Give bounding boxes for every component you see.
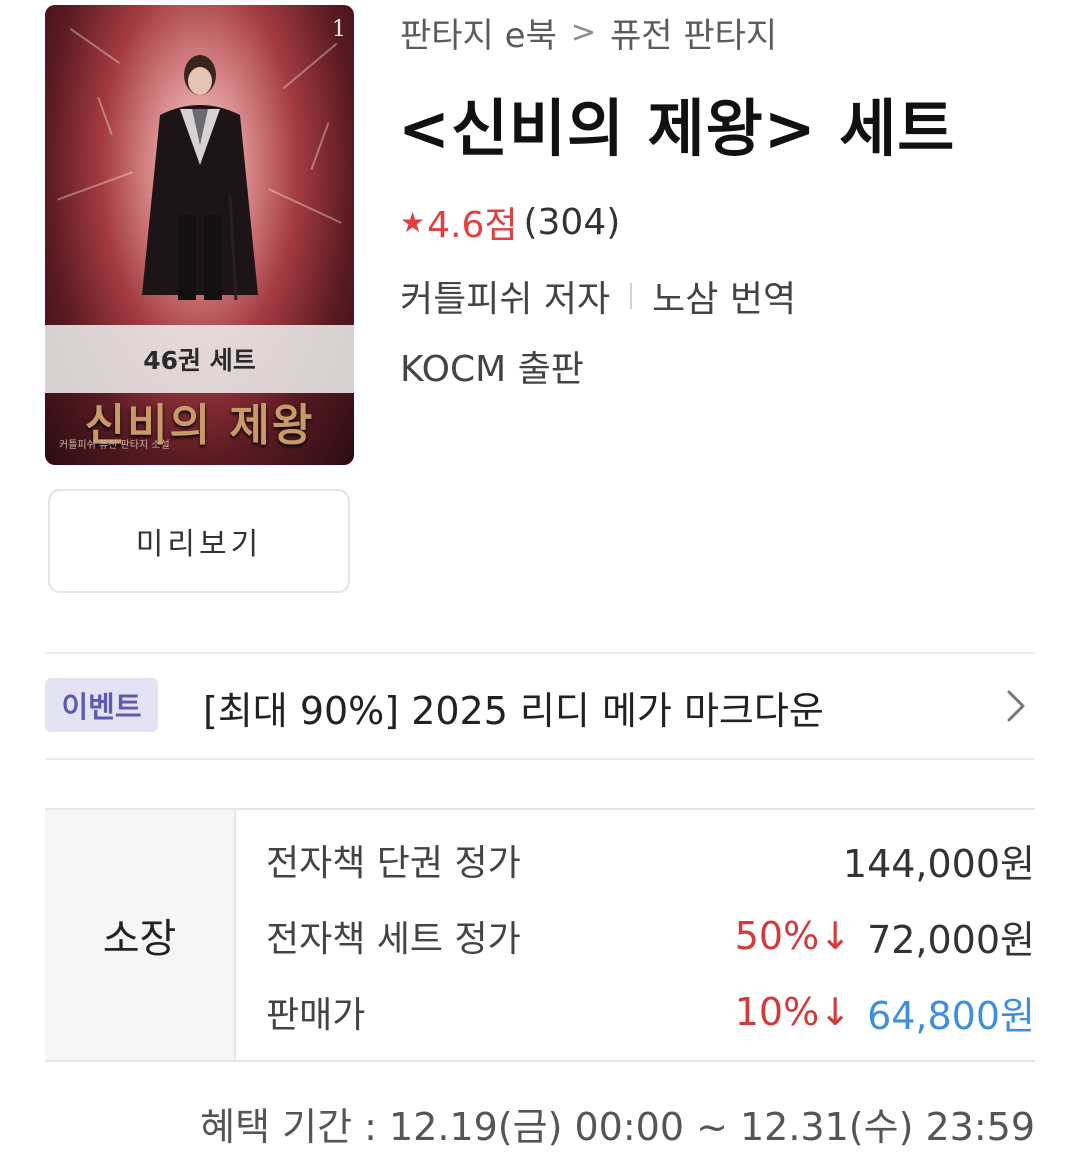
contributor-divider <box>630 283 633 309</box>
list-price: 144,000원 <box>842 841 1035 886</box>
set-badge-label: 46권 세트 <box>143 346 256 375</box>
rating-score: 4.6점 <box>427 205 518 246</box>
preview-button[interactable]: 미리보기 <box>48 489 350 593</box>
event-title: [최대 90%] 2025 리디 메가 마크다운 <box>203 689 824 733</box>
set-discount-rate: 50%↓ <box>734 914 852 958</box>
star-icon: ★ <box>400 205 426 239</box>
price-row-single-list: 전자책 단권 정가 144,000원 <box>266 830 1035 890</box>
sale-price: 64,800원 <box>867 993 1035 1038</box>
cover-subtitle: 커틀피쉬 퓨전 판타지 소설 <box>59 440 170 451</box>
translator-link[interactable]: 노삼 번역 <box>652 270 796 322</box>
rating[interactable]: ★ 4.6점 (304) <box>400 196 620 248</box>
sale-discount-rate: 10%↓ <box>734 990 852 1034</box>
event-badge: 이벤트 <box>45 678 158 732</box>
cover-figure-illustration <box>142 55 258 301</box>
breadcrumb-category[interactable]: 판타지 e북 <box>400 8 557 57</box>
breadcrumb-subcategory[interactable]: 퓨전 판타지 <box>610 8 777 57</box>
price-row-value: 144,000원 <box>843 833 1035 888</box>
event-banner[interactable]: 이벤트 [최대 90%] 2025 리디 메가 마크다운 <box>45 654 1035 758</box>
price-row-name: 판매가 <box>266 995 366 1036</box>
publisher-link[interactable]: KOCM 출판 <box>400 340 584 392</box>
breadcrumb: 판타지 e북 > 퓨전 판타지 <box>400 8 777 57</box>
book-title: <신비의 제왕> 세트 <box>398 92 956 165</box>
chevron-right-icon <box>1007 690 1025 722</box>
price-row-name: 전자책 세트 정가 <box>266 919 521 960</box>
author-link[interactable]: 커틀피쉬 저자 <box>400 270 610 322</box>
book-cover[interactable]: 1 46권 세트 신비의 제왕 커틀피쉬 퓨전 판타지 소설 <box>45 5 354 465</box>
price-row-sale: 판매가 10%↓ 64,800원 <box>266 982 1035 1042</box>
divider <box>45 758 1035 760</box>
benefit-period: 혜택 기간 : 12.19(금) 00:00 ~ 12.31(수) 23:59 <box>200 1105 1035 1149</box>
price-row-value: 50%↓ 72,000원 <box>735 909 1035 964</box>
breadcrumb-separator: > <box>570 15 596 50</box>
price-table: 소장 전자책 단권 정가 144,000원 전자책 세트 정가 50%↓ 72,… <box>45 808 1035 1062</box>
set-badge: 46권 세트 <box>45 325 354 393</box>
price-row-value: 10%↓ 64,800원 <box>735 985 1035 1040</box>
price-row-set-list: 전자책 세트 정가 50%↓ 72,000원 <box>266 906 1035 966</box>
contributors: 커틀피쉬 저자 노삼 번역 <box>400 270 796 322</box>
rating-count: (304) <box>523 201 621 243</box>
set-list-price: 72,000원 <box>867 917 1035 962</box>
purchase-type-label: 소장 <box>45 810 236 1060</box>
cover-volume-number: 1 <box>332 17 346 42</box>
product-detail-page: 1 46권 세트 신비의 제왕 커틀피쉬 퓨전 판타지 소설 미리보기 판타지 … <box>0 0 1080 1175</box>
price-row-name: 전자책 단권 정가 <box>266 843 521 884</box>
